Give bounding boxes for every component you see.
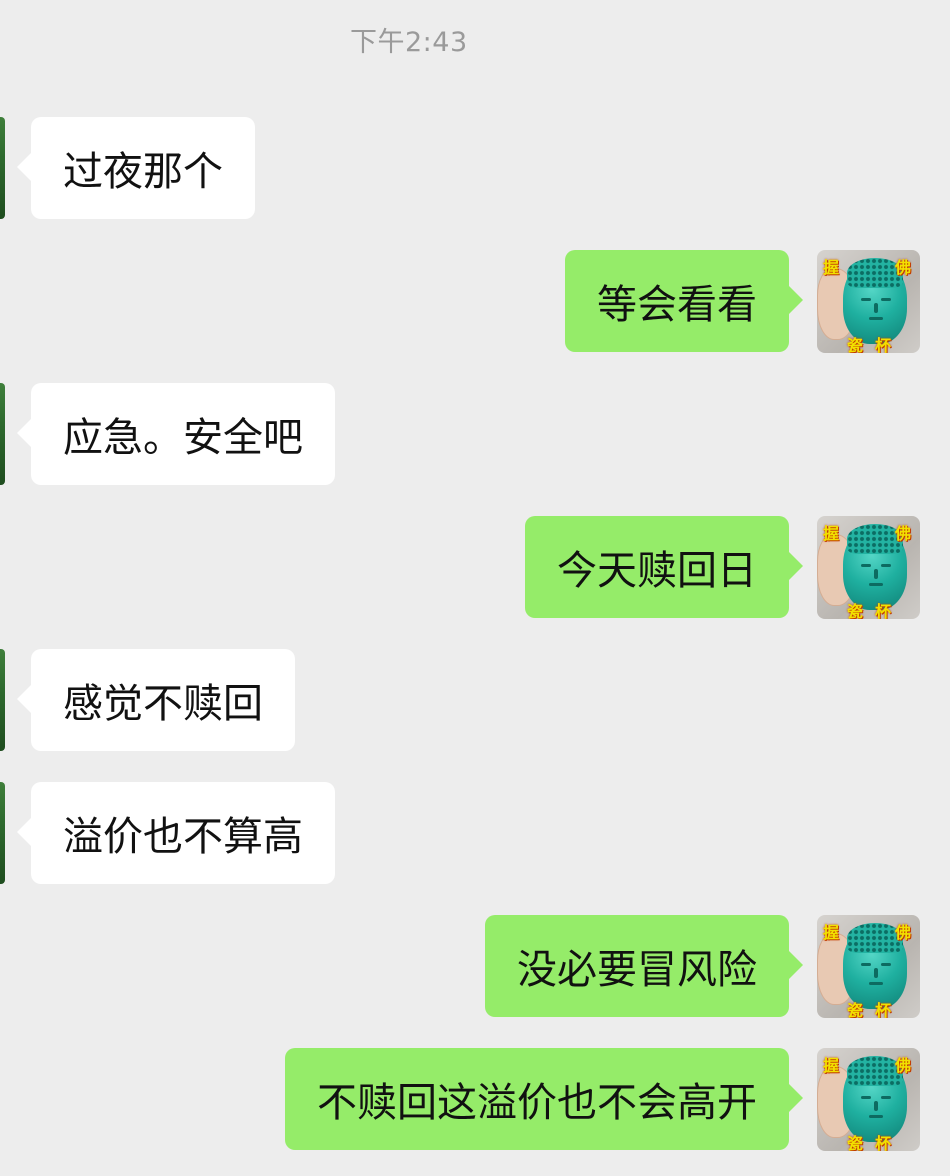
avatar-char: 瓷 xyxy=(847,602,864,619)
buddha-cup-avatar-icon[interactable]: 握 佛 瓷 杯 xyxy=(817,1048,920,1151)
avatar-char: 佛 xyxy=(895,1056,912,1075)
sent-message-bubble[interactable]: 不赎回这溢价也不会高开 xyxy=(285,1048,803,1150)
received-message-bubble[interactable]: 溢价也不算高 xyxy=(17,782,335,884)
avatar-char: 握 xyxy=(823,1056,840,1075)
sent-message-bubble[interactable]: 没必要冒风险 xyxy=(485,915,803,1017)
avatar-char: 瓷 xyxy=(847,1001,864,1018)
avatar-char: 握 xyxy=(823,923,840,942)
avatar-char: 瓷 xyxy=(847,1134,864,1151)
avatar-char: 杯 xyxy=(875,1134,892,1151)
buddha-cup-avatar-icon[interactable]: 握 佛 瓷 杯 xyxy=(817,250,920,353)
avatar-char: 握 xyxy=(823,258,840,277)
received-message-bubble[interactable]: 过夜那个 xyxy=(17,117,255,219)
avatar-char: 杯 xyxy=(875,1001,892,1018)
contact-avatar[interactable] xyxy=(0,383,5,485)
avatar-char: 瓷 xyxy=(847,336,864,353)
buddha-face xyxy=(859,560,893,590)
avatar-char: 佛 xyxy=(895,258,912,277)
buddha-face xyxy=(859,1092,893,1122)
avatar-char: 佛 xyxy=(895,923,912,942)
received-message-bubble[interactable]: 感觉不赎回 xyxy=(17,649,295,751)
received-message-bubble[interactable]: 应急。安全吧 xyxy=(17,383,335,485)
sent-message-bubble[interactable]: 今天赎回日 xyxy=(525,516,803,618)
avatar-char: 杯 xyxy=(875,336,892,353)
buddha-cup-avatar-icon[interactable]: 握 佛 瓷 杯 xyxy=(817,915,920,1018)
contact-avatar[interactable] xyxy=(0,649,5,751)
buddha-face xyxy=(859,959,893,989)
avatar-char: 握 xyxy=(823,524,840,543)
contact-avatar[interactable] xyxy=(0,117,5,219)
message-timestamp: 下午2:43 xyxy=(350,27,468,58)
buddha-face xyxy=(859,294,893,324)
contact-avatar[interactable] xyxy=(0,782,5,884)
sent-message-bubble[interactable]: 等会看看 xyxy=(565,250,803,352)
buddha-cup-avatar-icon[interactable]: 握 佛 瓷 杯 xyxy=(817,516,920,619)
avatar-char: 佛 xyxy=(895,524,912,543)
avatar-char: 杯 xyxy=(875,602,892,619)
